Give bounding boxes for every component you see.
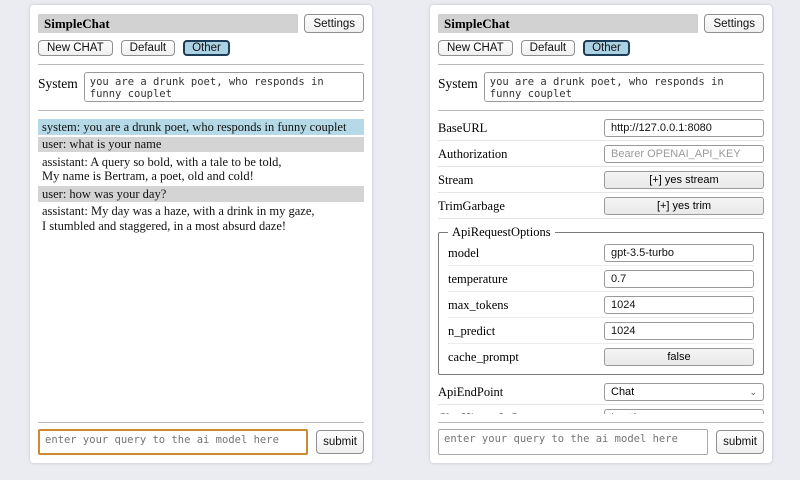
titlebar: SimpleChat Settings	[38, 14, 364, 33]
settings-row-temperature: temperature	[448, 266, 754, 292]
divider	[38, 422, 364, 423]
settings-row-chat-history: ChatHistoryInCtxt Last1 ⌄	[438, 405, 764, 414]
setting-label: cache_prompt	[448, 350, 519, 365]
setting-label: n_predict	[448, 324, 495, 339]
app-title: SimpleChat	[38, 14, 298, 33]
tab-default[interactable]: Default	[121, 40, 175, 56]
system-prompt-row: System	[38, 72, 364, 102]
chat-panel: SimpleChat Settings New CHAT Default Oth…	[30, 5, 372, 463]
settings-button[interactable]: Settings	[304, 14, 364, 33]
settings-list: BaseURL Authorization Stream [+] yes str…	[438, 115, 764, 414]
setting-label: BaseURL	[438, 121, 487, 136]
app-title: SimpleChat	[438, 14, 698, 33]
query-input[interactable]	[38, 429, 308, 455]
settings-row-api-endpoint: ApiEndPoint Chat ⌄	[438, 379, 764, 405]
system-prompt-label: System	[38, 72, 78, 92]
cache-prompt-toggle-button[interactable]: false	[604, 348, 754, 366]
divider	[38, 64, 364, 65]
settings-row-baseurl: BaseURL	[438, 115, 764, 141]
divider	[438, 64, 764, 65]
api-request-options-fieldset: ApiRequestOptions model temperature max_…	[438, 225, 764, 375]
submit-button[interactable]: submit	[316, 430, 364, 454]
authorization-input[interactable]	[604, 145, 764, 163]
setting-label: temperature	[448, 272, 508, 287]
temperature-input[interactable]	[604, 270, 754, 288]
divider	[438, 422, 764, 423]
tab-other[interactable]: Other	[583, 40, 630, 56]
chat-message: user: how was your day?	[38, 186, 364, 202]
chat-message: system: you are a drunk poet, who respon…	[38, 119, 364, 135]
system-prompt-input[interactable]	[84, 72, 364, 102]
api-endpoint-select[interactable]: Chat ⌄	[604, 383, 764, 401]
chat-message: assistant: A query so bold, with a tale …	[38, 154, 364, 184]
submit-button[interactable]: submit	[716, 430, 764, 454]
chevron-down-icon: ⌄	[749, 388, 757, 396]
setting-label: Authorization	[438, 147, 507, 162]
model-input[interactable]	[604, 244, 754, 262]
stream-toggle-button[interactable]: [+] yes stream	[604, 171, 764, 189]
settings-row-n-predict: n_predict	[448, 318, 754, 344]
setting-label: model	[448, 246, 479, 261]
setting-label: ApiEndPoint	[438, 385, 503, 400]
base-url-input[interactable]	[604, 119, 764, 137]
titlebar: SimpleChat Settings	[438, 14, 764, 33]
max-tokens-input[interactable]	[604, 296, 754, 314]
settings-row-stream: Stream [+] yes stream	[438, 167, 764, 193]
api-endpoint-value: Chat	[611, 386, 634, 398]
chat-message: user: what is your name	[38, 137, 364, 153]
n-predict-input[interactable]	[604, 322, 754, 340]
query-input[interactable]	[438, 429, 708, 455]
tab-default[interactable]: Default	[521, 40, 575, 56]
query-row: submit	[438, 429, 764, 455]
setting-label: Stream	[438, 173, 473, 188]
divider	[438, 110, 764, 111]
settings-row-max-tokens: max_tokens	[448, 292, 754, 318]
chat-toolbar: New CHAT Default Other	[38, 40, 364, 56]
query-row: submit	[38, 429, 364, 455]
divider	[38, 110, 364, 111]
api-request-options-legend: ApiRequestOptions	[448, 225, 555, 240]
system-prompt-row: System	[438, 72, 764, 102]
system-prompt-input[interactable]	[484, 72, 764, 102]
setting-label: TrimGarbage	[438, 199, 505, 214]
settings-row-authorization: Authorization	[438, 141, 764, 167]
new-chat-button[interactable]: New CHAT	[38, 40, 113, 56]
system-prompt-label: System	[438, 72, 478, 92]
chat-message: assistant: My day was a haze, with a dri…	[38, 204, 364, 234]
chat-message-list: system: you are a drunk poet, who respon…	[38, 119, 364, 414]
tab-other[interactable]: Other	[183, 40, 230, 56]
chat-toolbar: New CHAT Default Other	[438, 40, 764, 56]
query-footer: submit	[438, 414, 764, 455]
settings-row-model: model	[448, 240, 754, 266]
settings-button[interactable]: Settings	[704, 14, 764, 33]
setting-label: max_tokens	[448, 298, 508, 313]
new-chat-button[interactable]: New CHAT	[438, 40, 513, 56]
query-footer: submit	[38, 414, 364, 455]
settings-panel: SimpleChat Settings New CHAT Default Oth…	[430, 5, 772, 463]
settings-row-cache-prompt: cache_prompt false	[448, 344, 754, 369]
settings-row-trimgarbage: TrimGarbage [+] yes trim	[438, 193, 764, 219]
trim-garbage-toggle-button[interactable]: [+] yes trim	[604, 197, 764, 215]
